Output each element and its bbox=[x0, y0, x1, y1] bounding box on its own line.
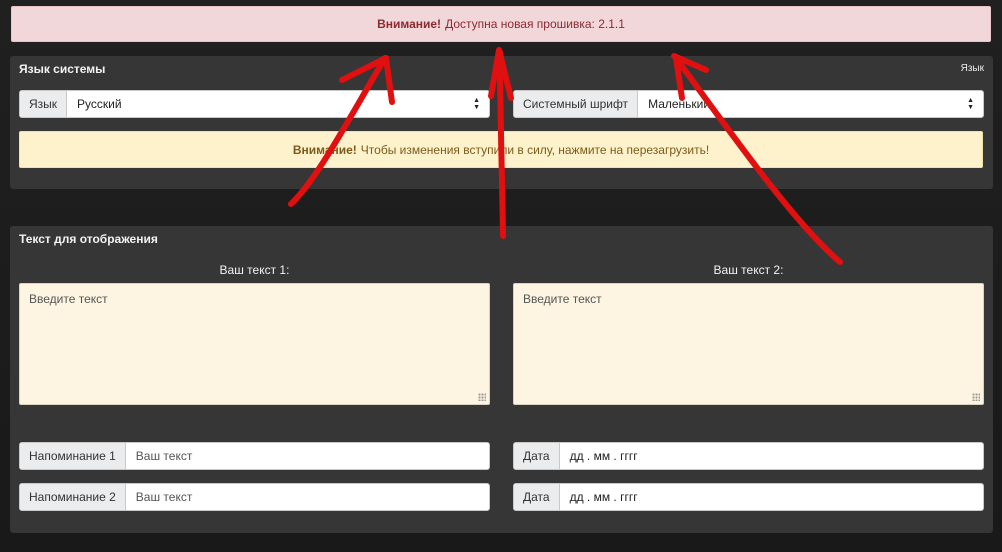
date2-input[interactable]: дд . мм . гггг bbox=[560, 484, 983, 510]
text-panel: Текст для отображения Ваш текст 1: Ваш т… bbox=[10, 226, 993, 533]
reminder2-addon: Напоминание 2 bbox=[20, 484, 126, 510]
reminder1-group: Напоминание 1 Ваш текст bbox=[19, 442, 490, 470]
reminder1-placeholder: Ваш текст bbox=[135, 449, 193, 463]
language-panel-title: Язык системы bbox=[19, 62, 106, 76]
restart-warning-text: Чтобы изменения вступили в силу, нажмите… bbox=[360, 142, 710, 157]
text1-textarea[interactable]: Введите текст bbox=[19, 283, 490, 405]
text1-label: Ваш текст 1: bbox=[219, 263, 290, 277]
firmware-alert-text: Доступна новая прошивка: 2.1.1 bbox=[445, 17, 625, 31]
text1-placeholder: Введите текст bbox=[29, 292, 108, 306]
text-panel-title: Текст для отображения bbox=[19, 232, 158, 246]
reminder1-input[interactable]: Ваш текст bbox=[126, 443, 489, 469]
language-addon: Язык bbox=[20, 91, 68, 117]
language-panel: Язык системы Язык Язык Русский ▲ ▼ Систем… bbox=[10, 56, 993, 189]
language-select-group: Язык Русский ▲ ▼ bbox=[19, 90, 490, 118]
language-select-value: Русский bbox=[77, 97, 122, 111]
resize-handle-icon[interactable] bbox=[478, 393, 486, 401]
date1-placeholder: дд . мм . гггг bbox=[569, 449, 638, 463]
select-caret-icon: ▲ ▼ bbox=[473, 97, 480, 111]
font-select-group: Системный шрифт Маленький ▲ ▼ bbox=[513, 90, 984, 118]
font-addon: Системный шрифт bbox=[514, 91, 639, 117]
text2-placeholder: Введите текст bbox=[523, 292, 602, 306]
date1-addon: Дата bbox=[514, 443, 560, 469]
text2-textarea[interactable]: Введите текст bbox=[513, 283, 984, 405]
resize-handle-icon[interactable] bbox=[972, 393, 980, 401]
firmware-alert-strong: Внимание! bbox=[377, 17, 442, 31]
reminder2-input[interactable]: Ваш текст bbox=[126, 484, 489, 510]
date2-addon: Дата bbox=[514, 484, 560, 510]
text2-label: Ваш текст 2: bbox=[713, 263, 784, 277]
reminder1-addon: Напоминание 1 bbox=[20, 443, 126, 469]
reminder2-placeholder: Ваш текст bbox=[135, 490, 193, 504]
date2-group: Дата дд . мм . гггг bbox=[513, 483, 984, 511]
language-select[interactable]: Русский ▲ ▼ bbox=[67, 91, 489, 117]
date2-placeholder: дд . мм . гггг bbox=[569, 490, 638, 504]
restart-warning: Внимание! Чтобы изменения вступили в сил… bbox=[19, 131, 983, 168]
date1-input[interactable]: дд . мм . гггг bbox=[560, 443, 983, 469]
restart-warning-strong: Внимание! bbox=[292, 142, 357, 157]
select-caret-icon: ▲ ▼ bbox=[967, 97, 974, 111]
language-panel-right-label: Язык bbox=[960, 63, 984, 74]
date1-group: Дата дд . мм . гггг bbox=[513, 442, 984, 470]
reminder2-group: Напоминание 2 Ваш текст bbox=[19, 483, 490, 511]
font-select[interactable]: Маленький ▲ ▼ bbox=[638, 91, 983, 117]
firmware-alert: Внимание! Доступна новая прошивка: 2.1.1 bbox=[11, 6, 991, 42]
font-select-value: Маленький bbox=[648, 97, 711, 111]
